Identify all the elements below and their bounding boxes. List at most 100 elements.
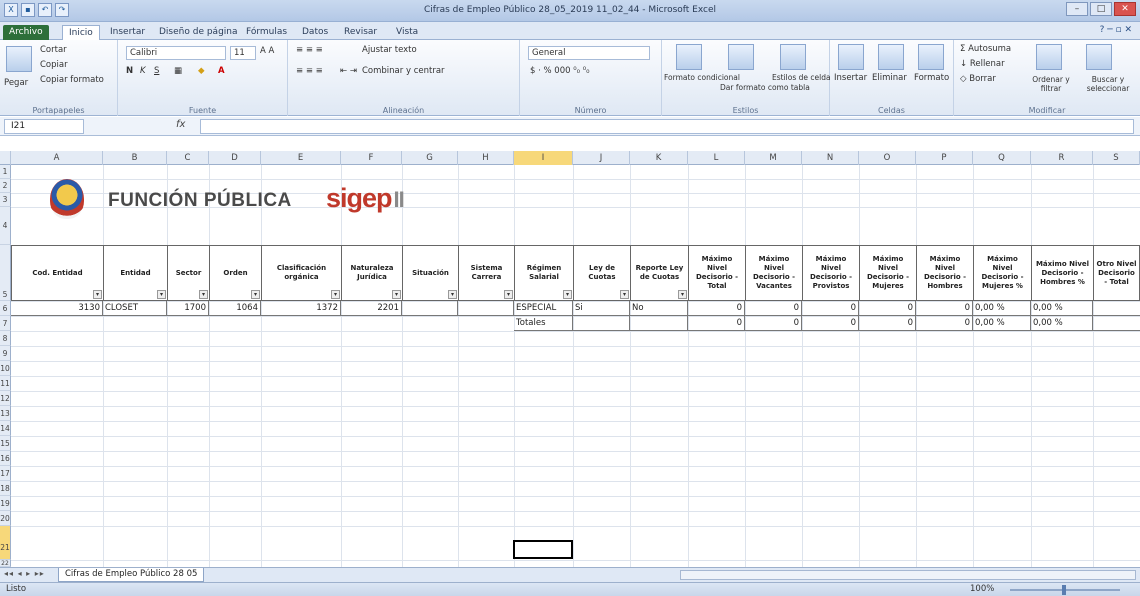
- col-header-a[interactable]: A: [11, 151, 103, 165]
- indent-icon[interactable]: ⇤ ⇥: [340, 66, 357, 76]
- table-cell[interactable]: [1093, 301, 1140, 316]
- table-cell[interactable]: 0: [802, 316, 859, 331]
- header-situacion[interactable]: Situación ▾: [402, 245, 459, 301]
- header-reporte-ley-cuotas[interactable]: Reporte Ley de Cuotas ▾: [630, 245, 689, 301]
- delete-button[interactable]: Eliminar: [872, 73, 907, 83]
- table-cell[interactable]: 0,00 %: [973, 316, 1031, 331]
- header-max-nivel-hombres[interactable]: Máximo Nivel Decisorio - Hombres: [916, 245, 974, 301]
- fill-button[interactable]: ↓ Rellenar: [960, 59, 1005, 69]
- col-header-i[interactable]: I: [514, 151, 573, 165]
- paste-icon[interactable]: [6, 46, 32, 72]
- table-cell[interactable]: 0,00 %: [1031, 316, 1093, 331]
- clear-button[interactable]: ◇ Borrar: [960, 74, 996, 84]
- delete-cells-icon[interactable]: [878, 44, 904, 70]
- formula-input[interactable]: [200, 119, 1134, 134]
- col-header-l[interactable]: L: [688, 151, 745, 165]
- tab-diseno-pagina[interactable]: Diseño de página: [153, 25, 244, 40]
- merge-center-button[interactable]: Combinar y centrar: [362, 66, 445, 76]
- tab-vista[interactable]: Vista: [390, 25, 424, 40]
- row-header-4[interactable]: 4: [0, 207, 11, 245]
- format-table-icon[interactable]: [728, 44, 754, 70]
- row-header-10[interactable]: 10: [0, 361, 11, 376]
- format-cells-icon[interactable]: [918, 44, 944, 70]
- header-naturaleza-juridica[interactable]: Naturaleza Jurídica ▾: [341, 245, 403, 301]
- cell-styles-icon[interactable]: [780, 44, 806, 70]
- header-max-nivel-provistos[interactable]: Máximo Nivel Decisorio - Provistos: [802, 245, 860, 301]
- col-header-h[interactable]: H: [458, 151, 514, 165]
- worksheet-grid[interactable]: [11, 165, 1140, 567]
- header-max-nivel-hombres-pct[interactable]: Máximo Nivel Decisorio - Hombres %: [1031, 245, 1094, 301]
- row-header-8[interactable]: 8: [0, 331, 11, 346]
- row-header-12[interactable]: 12: [0, 391, 11, 406]
- conditional-format-icon[interactable]: [676, 44, 702, 70]
- cut-button[interactable]: Cortar: [40, 45, 67, 55]
- filter-dropdown-icon[interactable]: ▾: [251, 290, 260, 299]
- zoom-level[interactable]: 100%: [970, 584, 994, 594]
- header-max-nivel-mujeres[interactable]: Máximo Nivel Decisorio - Mujeres: [859, 245, 917, 301]
- tab-revisar[interactable]: Revisar: [338, 25, 383, 40]
- table-cell[interactable]: 1372: [261, 301, 341, 316]
- row-header-3[interactable]: 3: [0, 193, 11, 207]
- row-header-6[interactable]: 6: [0, 301, 11, 316]
- table-cell[interactable]: No: [630, 301, 688, 316]
- row-header-22[interactable]: 22: [0, 560, 11, 567]
- tab-formulas[interactable]: Fórmulas: [240, 25, 293, 40]
- autosum-button[interactable]: Σ Autosuma: [960, 44, 1011, 54]
- sheet-tab[interactable]: Cifras de Empleo Público 28 05: [58, 568, 205, 582]
- row-header-14[interactable]: 14: [0, 421, 11, 436]
- format-as-table-button[interactable]: Dar formato como tabla: [720, 83, 810, 92]
- table-cell[interactable]: [402, 301, 458, 316]
- col-header-m[interactable]: M: [745, 151, 802, 165]
- table-cell[interactable]: [573, 316, 630, 331]
- font-size-combo[interactable]: 11: [230, 46, 256, 60]
- col-header-e[interactable]: E: [261, 151, 341, 165]
- find-select-button[interactable]: Buscar y seleccionar: [1078, 75, 1138, 93]
- wrap-text-button[interactable]: Ajustar texto: [362, 45, 417, 55]
- row-header-21[interactable]: 21: [0, 526, 11, 560]
- insert-cells-icon[interactable]: [838, 44, 864, 70]
- table-cell[interactable]: 3130: [11, 301, 103, 316]
- row-header-18[interactable]: 18: [0, 481, 11, 496]
- col-header-j[interactable]: J: [573, 151, 630, 165]
- underline-icon[interactable]: S: [154, 66, 159, 76]
- paste-button[interactable]: Pegar: [4, 78, 28, 88]
- header-cod-entidad[interactable]: Cod. Entidad ▾: [11, 245, 104, 301]
- filter-dropdown-icon[interactable]: ▾: [504, 290, 513, 299]
- filter-dropdown-icon[interactable]: ▾: [199, 290, 208, 299]
- conditional-format-button[interactable]: Formato condicional: [664, 73, 740, 82]
- align-top-icon[interactable]: ≡ ≡ ≡: [296, 45, 323, 55]
- col-header-p[interactable]: P: [916, 151, 973, 165]
- filter-dropdown-icon[interactable]: ▾: [620, 290, 629, 299]
- col-header-k[interactable]: K: [630, 151, 688, 165]
- tab-insertar[interactable]: Insertar: [104, 25, 151, 40]
- sort-filter-button[interactable]: Ordenar y filtrar: [1024, 75, 1078, 93]
- header-sistema-carrera[interactable]: Sistema Carrera ▾: [458, 245, 515, 301]
- format-button[interactable]: Formato: [914, 73, 949, 83]
- table-cell[interactable]: 0: [916, 316, 973, 331]
- borders-icon[interactable]: ▦: [174, 66, 182, 76]
- fill-color-icon[interactable]: ◆: [198, 66, 205, 76]
- filter-dropdown-icon[interactable]: ▾: [392, 290, 401, 299]
- col-header-o[interactable]: O: [859, 151, 916, 165]
- row-header-5[interactable]: 5: [0, 245, 11, 301]
- header-sector[interactable]: Sector ▾: [167, 245, 210, 301]
- table-cell[interactable]: 0: [859, 301, 916, 316]
- table-cell[interactable]: 0: [802, 301, 859, 316]
- table-cell[interactable]: 0: [859, 316, 916, 331]
- sheet-nav-arrows-icon[interactable]: ◂◂ ◂ ▸ ▸▸: [4, 569, 45, 578]
- italic-icon[interactable]: K: [140, 66, 146, 76]
- table-cell[interactable]: 0: [745, 301, 802, 316]
- table-cell[interactable]: 0,00 %: [973, 301, 1031, 316]
- table-cell[interactable]: CLOSET: [103, 301, 167, 316]
- font-color-icon[interactable]: A: [218, 66, 225, 76]
- col-header-r[interactable]: R: [1031, 151, 1093, 165]
- header-max-nivel-mujeres-pct[interactable]: Máximo Nivel Decisorio - Mujeres %: [973, 245, 1032, 301]
- zoom-slider[interactable]: [1010, 585, 1120, 595]
- filter-dropdown-icon[interactable]: ▾: [563, 290, 572, 299]
- table-cell[interactable]: 0: [688, 301, 745, 316]
- row-header-17[interactable]: 17: [0, 466, 11, 481]
- table-cell[interactable]: 1064: [209, 301, 261, 316]
- row-header-15[interactable]: 15: [0, 436, 11, 451]
- col-header-b[interactable]: B: [103, 151, 167, 165]
- col-header-d[interactable]: D: [209, 151, 261, 165]
